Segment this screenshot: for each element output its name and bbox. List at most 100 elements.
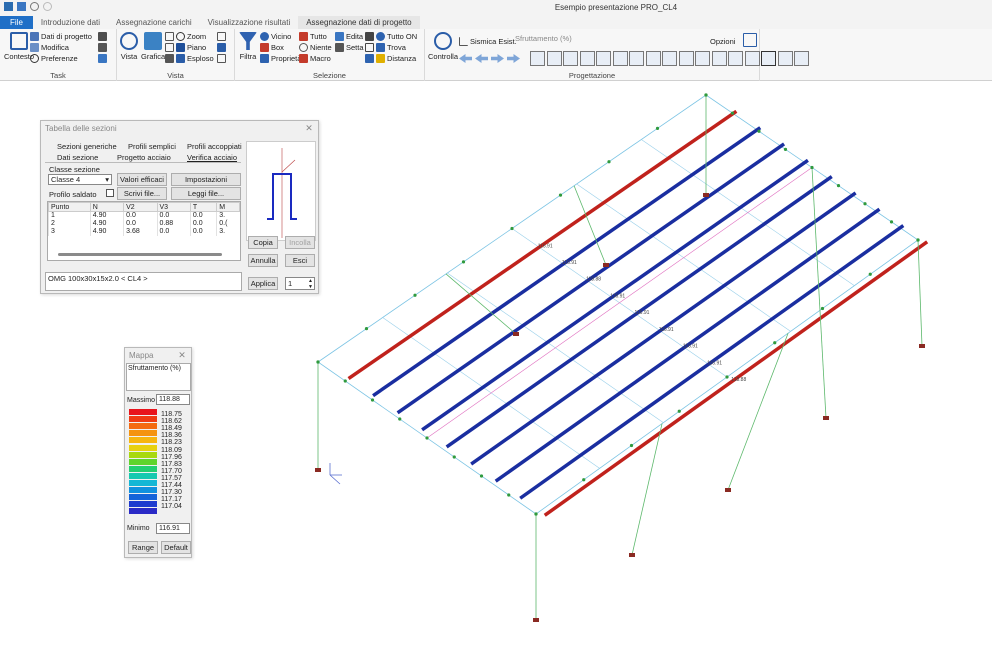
modifica-button[interactable]: Modifica: [30, 43, 69, 52]
controlla-button[interactable]: Controlla: [428, 32, 458, 61]
design-check-icon[interactable]: [695, 51, 710, 66]
vicino-button[interactable]: Vicino: [260, 32, 291, 41]
table-row[interactable]: 2 4.90 0.0 0.88 0.0 0.(: [48, 219, 240, 228]
impostazioni-avanzate-button[interactable]: Impostazioni avanzate...: [171, 173, 241, 195]
annulla-button[interactable]: Annulla: [248, 254, 278, 267]
table-cell[interactable]: 0.0: [156, 211, 191, 220]
table-cell[interactable]: 0.0: [123, 219, 157, 228]
leggi-file-button[interactable]: Leggi file...: [171, 187, 241, 200]
table-cell[interactable]: 0.0: [189, 227, 217, 236]
preferenze-button[interactable]: Preferenze: [30, 54, 78, 63]
tab-assegnazione-carichi[interactable]: Assegnazione carichi: [108, 16, 200, 29]
tab-profili-accoppiati[interactable]: Profili accoppiati: [187, 142, 242, 151]
design-check-icon[interactable]: [546, 51, 562, 66]
table-cell[interactable]: 0.0: [123, 211, 157, 220]
view-settings-icon[interactable]: [217, 32, 226, 41]
design-settings-icon[interactable]: [743, 33, 757, 47]
table-cell[interactable]: 3: [48, 227, 91, 236]
design-check-icon[interactable]: [563, 51, 578, 66]
tutto-on-button[interactable]: Tutto ON: [365, 32, 417, 41]
tab-visualizzazione-risultati[interactable]: Visualizzazione risultati: [200, 16, 299, 29]
fork-icon[interactable]: [98, 43, 107, 52]
esci-button[interactable]: Esci: [285, 254, 315, 267]
table-cell[interactable]: 0.0: [189, 211, 217, 220]
table-cell[interactable]: 4.90: [89, 211, 124, 220]
map-type-box[interactable]: Sfruttamento (%): [126, 363, 191, 391]
range-button[interactable]: Range: [128, 541, 158, 554]
scrivi-file-button[interactable]: Scrivi file...: [117, 187, 167, 200]
column-header[interactable]: V2: [123, 202, 158, 212]
close-icon[interactable]: ✕: [177, 350, 187, 360]
table-row[interactable]: 3 4.90 3.68 0.0 0.0 3.: [48, 227, 240, 236]
tab-file[interactable]: File: [0, 16, 33, 29]
niente-button[interactable]: Niente: [299, 43, 332, 52]
table-cell[interactable]: 3.68: [123, 227, 157, 236]
tab-verifica-acciaio[interactable]: Verifica acciaio: [187, 153, 237, 162]
classe-sezione-select[interactable]: Classe 4 ▾: [48, 174, 112, 185]
tab-assegnazione-dati-progetto[interactable]: Assegnazione dati di progetto: [298, 16, 420, 29]
opzioni-button[interactable]: Opzioni: [710, 37, 735, 46]
box-button[interactable]: Box: [260, 43, 284, 52]
design-check-icon[interactable]: [662, 51, 677, 66]
distanza-button[interactable]: Distanza: [365, 54, 416, 63]
column-header[interactable]: Punto: [48, 202, 91, 212]
trova-button[interactable]: Trova: [365, 43, 406, 52]
macro-button[interactable]: Macro: [299, 54, 331, 63]
table-cell[interactable]: 4.90: [89, 219, 124, 228]
tutto-button[interactable]: Tutto: [299, 32, 327, 41]
section-name-field[interactable]: OMG 100x30x15x2.0 < CL4 >: [45, 272, 242, 291]
applica-button[interactable]: Applica: [248, 277, 278, 290]
table-cell[interactable]: 0.0: [156, 227, 191, 236]
tab-introduzione-dati[interactable]: Introduzione dati: [33, 16, 108, 29]
massimo-field[interactable]: 118.88: [156, 394, 190, 405]
view-grid-icon[interactable]: [217, 43, 226, 52]
camera-icon[interactable]: [217, 54, 226, 63]
design-check-icon[interactable]: [596, 51, 611, 66]
design-check-icon[interactable]: [579, 51, 595, 66]
spinner-arrows-icon[interactable]: ▲ ▼: [308, 278, 313, 290]
spin-input[interactable]: 1 ▲ ▼: [285, 277, 315, 290]
minimo-field[interactable]: 116.91: [156, 523, 190, 534]
arrow-right-icon[interactable]: [507, 54, 520, 63]
arrow-left-icon[interactable]: [475, 54, 488, 63]
table-cell[interactable]: 0.(: [216, 219, 240, 228]
dati-progetto-button[interactable]: Dati di progetto: [30, 32, 92, 41]
window-icon[interactable]: [98, 54, 107, 63]
arrow-left-icon[interactable]: [459, 54, 472, 63]
design-check-icon[interactable]: [612, 51, 628, 66]
table-cell[interactable]: 0.0: [189, 219, 217, 228]
close-icon[interactable]: ✕: [304, 123, 314, 133]
column-header[interactable]: N: [89, 202, 125, 212]
filtra-button[interactable]: Filtra: [239, 32, 257, 61]
table-cell[interactable]: 0.88: [156, 219, 191, 228]
design-check-icon[interactable]: [711, 51, 727, 66]
design-check-icon[interactable]: [761, 51, 776, 66]
table-cell[interactable]: 2: [48, 219, 91, 228]
table-cell[interactable]: 3.: [216, 227, 240, 236]
design-check-icon[interactable]: [728, 51, 743, 66]
tab-dati-sezione[interactable]: Dati sezione: [57, 153, 98, 162]
column-header[interactable]: V3: [156, 202, 191, 212]
default-button[interactable]: Default: [161, 541, 191, 554]
design-check-icon[interactable]: [645, 51, 661, 66]
horizontal-scrollbar[interactable]: [58, 253, 222, 256]
proprieta-button[interactable]: Proprietà: [260, 54, 301, 63]
table-cell[interactable]: 4.90: [89, 227, 124, 236]
valori-efficaci-button[interactable]: Valori efficaci: [117, 173, 167, 186]
column-header[interactable]: T: [189, 202, 218, 212]
design-check-icon[interactable]: [744, 51, 760, 66]
arrow-right-icon[interactable]: [491, 54, 504, 63]
sfruttamento-select[interactable]: Sfruttamento (%): [515, 34, 572, 43]
table-cell[interactable]: 3.: [216, 211, 240, 220]
grafica-button[interactable]: Grafica: [141, 32, 165, 61]
design-check-icon[interactable]: [678, 51, 694, 66]
network-icon[interactable]: [98, 32, 107, 41]
table-cell[interactable]: 1: [48, 211, 91, 220]
zoom-button[interactable]: Zoom: [165, 32, 206, 41]
esploso-button[interactable]: Esploso: [165, 54, 214, 63]
sollecitazioni-table[interactable]: Punto N V2 V3 T M 1 4.90 0.0 0.0 0.0 3. …: [47, 201, 241, 261]
design-check-icon[interactable]: [777, 51, 793, 66]
vista-button[interactable]: Vista: [120, 32, 138, 61]
design-check-icon[interactable]: [794, 51, 809, 66]
sismica-button[interactable]: Sismica Esist.: [459, 37, 517, 46]
